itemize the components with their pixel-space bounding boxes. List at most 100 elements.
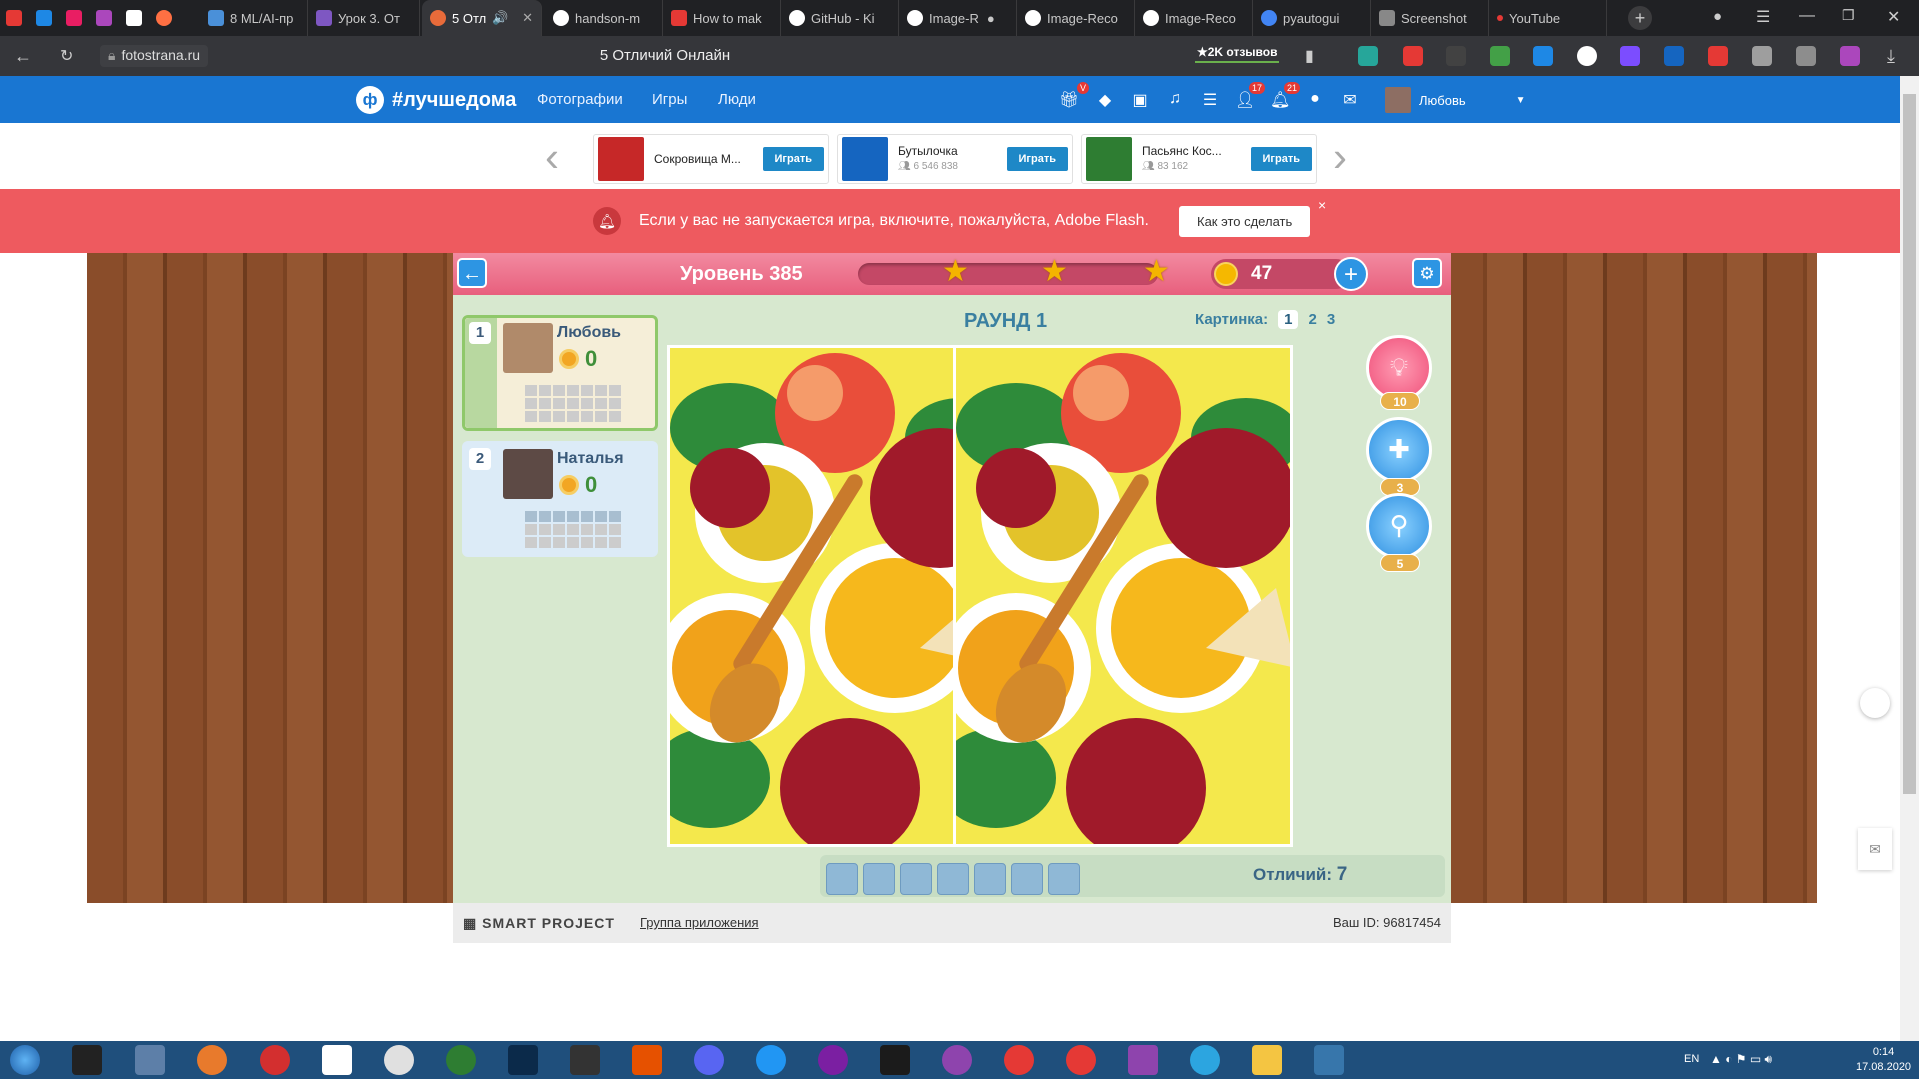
list-icon[interactable]: ☰	[1200, 90, 1220, 110]
smart-project-brand[interactable]: ▦ SMART PROJECT	[463, 915, 615, 932]
bandage-icon[interactable]: ✚	[1366, 417, 1432, 483]
fl-studio-icon[interactable]	[632, 1045, 662, 1075]
nav-photos[interactable]: Фотографии	[537, 91, 623, 108]
minimize-icon[interactable]: —	[1799, 7, 1815, 25]
bookmark-icon[interactable]: ▮	[1305, 46, 1314, 66]
pinned-tab-icon[interactable]	[66, 10, 82, 26]
page-scrollbar[interactable]	[1900, 76, 1919, 1041]
close-window-icon[interactable]: ✕	[1887, 7, 1900, 27]
scrollbar-thumb[interactable]	[1903, 94, 1916, 794]
pinned-tabs[interactable]	[0, 0, 225, 36]
browser-tab[interactable]: Урок 3. От	[308, 0, 420, 36]
extension-icon[interactable]	[1840, 46, 1860, 66]
new-tab-button[interactable]: +	[1628, 6, 1652, 30]
reviews-button[interactable]: ★2K отзывов	[1195, 43, 1280, 63]
play-button[interactable]: Играть	[762, 147, 824, 171]
pinned-tab-icon[interactable]	[156, 10, 172, 26]
pinned-tab-icon[interactable]	[96, 10, 112, 26]
system-clock[interactable]: 0:14 17.08.2020	[1856, 1045, 1911, 1075]
evernote-icon[interactable]	[446, 1045, 476, 1075]
picture-tab-1[interactable]: 1	[1278, 310, 1299, 329]
clickup-icon[interactable]	[1860, 688, 1890, 718]
extension-icon[interactable]	[1358, 46, 1378, 66]
taskbar-app-icon[interactable]	[1128, 1045, 1158, 1075]
nav-people[interactable]: Люди	[718, 91, 756, 108]
browser-tab[interactable]: GitHub - Ki	[781, 0, 899, 36]
extension-icon[interactable]	[1446, 46, 1466, 66]
start-button-icon[interactable]	[10, 1045, 40, 1075]
friends-icon[interactable]: 👤︎ 17	[1235, 82, 1265, 110]
guests-icon[interactable]: ●	[1305, 90, 1325, 108]
taskbar-app-icon[interactable]	[756, 1045, 786, 1075]
mail-icon[interactable]: ✉	[1340, 90, 1360, 110]
python-icon[interactable]	[1314, 1045, 1344, 1075]
browser-tab-active[interactable]: 5 Отл 🔊 ✕	[422, 0, 542, 36]
music-icon[interactable]: ♫	[1165, 90, 1185, 108]
browser-tab[interactable]: Screenshot	[1371, 0, 1489, 36]
gift-icon[interactable]: 🎁︎ V	[1059, 82, 1089, 110]
how-to-button[interactable]: Как это сделать	[1179, 206, 1311, 237]
promo-card[interactable]: Пасьянс Кос... 👥︎ 83 162 Играть	[1081, 134, 1317, 184]
pycharm-icon[interactable]	[880, 1045, 910, 1075]
extension-icon[interactable]	[1708, 46, 1728, 66]
notice-close-icon[interactable]: ×	[1318, 197, 1326, 213]
taskbar-app-icon[interactable]	[197, 1045, 227, 1075]
browser-tab[interactable]: handson-m	[545, 0, 663, 36]
slack-icon[interactable]	[384, 1045, 414, 1075]
tasks-icon[interactable]	[322, 1045, 352, 1075]
browser-tab[interactable]: 8 ML/AI-пр	[200, 0, 308, 36]
folder-icon[interactable]	[1252, 1045, 1282, 1075]
taskbar-app-icon[interactable]	[942, 1045, 972, 1075]
menu-icon[interactable]: ☰	[1756, 7, 1770, 27]
extension-icon[interactable]	[1796, 46, 1816, 66]
back-arrow-icon[interactable]: ←	[457, 258, 487, 288]
yandex-browser-icon[interactable]	[1066, 1045, 1096, 1075]
browser-tab[interactable]: YouTube	[1489, 0, 1607, 36]
discord-icon[interactable]	[694, 1045, 724, 1075]
language-indicator[interactable]: EN	[1684, 1053, 1699, 1065]
telegram-icon[interactable]	[1190, 1045, 1220, 1075]
promo-next-icon[interactable]: ›	[1333, 136, 1347, 178]
pinned-tab-icon[interactable]	[126, 10, 142, 26]
extension-icon[interactable]	[1403, 46, 1423, 66]
pinned-tab-icon[interactable]	[36, 10, 52, 26]
taskbar-app-icon[interactable]	[135, 1045, 165, 1075]
yandex-icon[interactable]	[1004, 1045, 1034, 1075]
nav-games[interactable]: Игры	[652, 91, 687, 108]
right-puzzle-image[interactable]	[953, 345, 1293, 847]
diamond-icon[interactable]: ◆	[1095, 90, 1115, 110]
video-icon[interactable]: ▣	[1130, 90, 1150, 110]
download-icon[interactable]: ⤓	[1887, 46, 1895, 67]
play-button[interactable]: Играть	[1250, 147, 1312, 171]
mail-widget-icon[interactable]: ✉	[1858, 828, 1892, 870]
terminal-icon[interactable]	[72, 1045, 102, 1075]
promo-prev-icon[interactable]: ‹	[545, 136, 559, 178]
app-group-link[interactable]: Группа приложения	[640, 915, 759, 930]
photoshop-icon[interactable]	[508, 1045, 538, 1075]
browser-tab[interactable]: pyautogui	[1253, 0, 1371, 36]
extension-icon[interactable]	[1620, 46, 1640, 66]
speaker-icon[interactable]: 🔊	[492, 10, 508, 26]
promo-card[interactable]: Бутылочка 👥︎ 6 546 838 Играть	[837, 134, 1073, 184]
picture-tab-3[interactable]: 3	[1327, 311, 1335, 328]
promo-card[interactable]: Сокровища М... Играть	[593, 134, 829, 184]
add-coins-button[interactable]: +	[1334, 257, 1368, 291]
browser-tab[interactable]: Image-R ●	[899, 0, 1017, 36]
pinned-tab-icon[interactable]	[6, 10, 22, 26]
browser-tab[interactable]: Image-Reco	[1017, 0, 1135, 36]
browser-tab[interactable]: How to mak	[663, 0, 781, 36]
bell-icon[interactable]: 🔔︎ 21	[1270, 82, 1300, 110]
play-button[interactable]: Играть	[1006, 147, 1068, 171]
user-menu[interactable]: Любовь ▼	[1385, 87, 1526, 113]
magnifier-icon[interactable]: ⚲	[1366, 493, 1432, 559]
extension-icon[interactable]	[1533, 46, 1553, 66]
tomato-icon[interactable]	[260, 1045, 290, 1075]
browser-tab[interactable]: Image-Reco	[1135, 0, 1253, 36]
camera-icon[interactable]	[1752, 46, 1772, 66]
extension-icon[interactable]	[1577, 46, 1597, 66]
picture-tab-2[interactable]: 2	[1308, 311, 1316, 328]
video-editor-icon[interactable]	[570, 1045, 600, 1075]
extension-icon[interactable]	[1490, 46, 1510, 66]
restore-icon[interactable]: ❐	[1842, 7, 1855, 24]
tray-icons[interactable]: ▲ ◐ ⚑ ▭ 🔊︎	[1710, 1052, 1772, 1067]
